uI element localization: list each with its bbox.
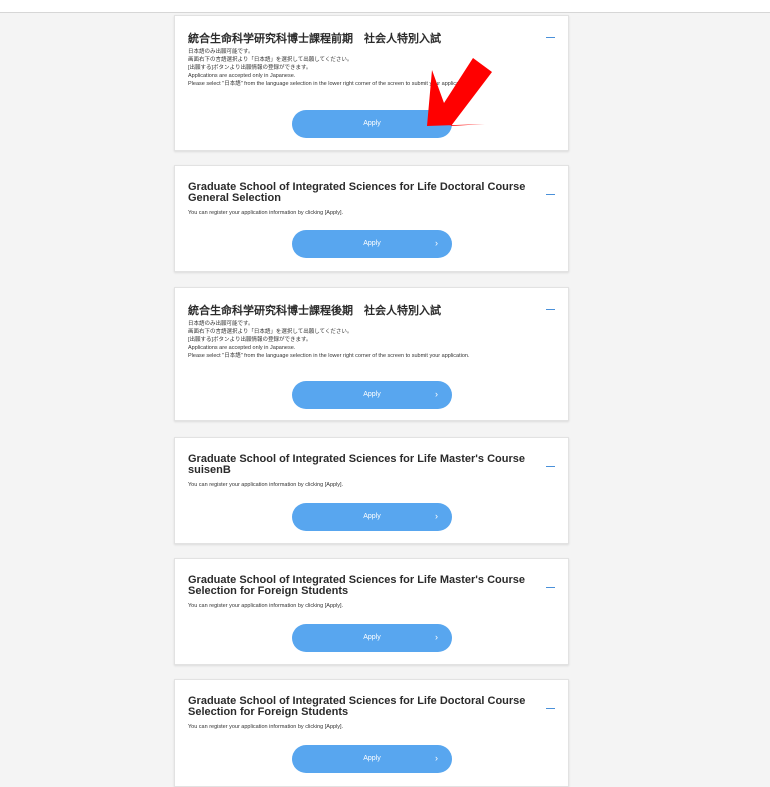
apply-button[interactable]: Apply ›	[292, 745, 452, 773]
selection-card: 統合生命科学研究科博士課程後期 社会人特別入試 日本語のみ出願可能です。 画面右…	[174, 287, 569, 421]
apply-button-label: Apply	[363, 391, 381, 398]
selection-card: 統合生命科学研究科博士課程前期 社会人特別入試 日本語のみ出願可能です。 画面右…	[174, 15, 569, 151]
card-title: Graduate School of Integrated Sciences f…	[188, 574, 525, 597]
collapse-icon[interactable]	[546, 194, 555, 195]
apply-button[interactable]: Apply ›	[292, 624, 452, 652]
selection-card: Graduate School of Integrated Sciences f…	[174, 679, 569, 787]
description-line: 画面右下の言語選択より「日本語」を選択して出願してください。	[188, 57, 353, 63]
chevron-right-icon: ›	[435, 238, 438, 248]
top-bar	[0, 0, 770, 13]
card-title: Graduate School of Integrated Sciences f…	[188, 695, 526, 718]
apply-button[interactable]: Apply ›	[292, 230, 452, 258]
chevron-right-icon: ›	[435, 511, 438, 521]
description-line: Applications are accepted only in Japane…	[188, 345, 296, 351]
collapse-icon[interactable]	[546, 37, 555, 38]
card-description: 日本語のみ出願可能です。 画面右下の言語選択より「日本語」を選択して出願してくだ…	[188, 48, 560, 88]
description-line: You can register your application inform…	[188, 210, 344, 216]
collapse-icon[interactable]	[546, 708, 555, 709]
card-title: 統合生命科学研究科博士課程前期 社会人特別入試	[188, 33, 441, 45]
description-line: Applications are accepted only in Japane…	[188, 73, 296, 79]
card-title: 統合生命科学研究科博士課程後期 社会人特別入試	[188, 305, 441, 317]
apply-button-label: Apply	[363, 240, 381, 247]
card-description: You can register your application inform…	[188, 481, 560, 489]
card-description: You can register your application inform…	[188, 723, 560, 731]
apply-button-label: Apply	[363, 120, 381, 127]
chevron-right-icon: ›	[435, 118, 438, 128]
description-line: You can register your application inform…	[188, 724, 344, 730]
apply-button-label: Apply	[363, 513, 381, 520]
apply-button-label: Apply	[363, 634, 381, 641]
card-title: Graduate School of Integrated Sciences f…	[188, 181, 526, 204]
selection-card: Graduate School of Integrated Sciences f…	[174, 437, 569, 544]
apply-button-label: Apply	[363, 755, 381, 762]
card-description: You can register your application inform…	[188, 602, 560, 610]
collapse-icon[interactable]	[546, 466, 555, 467]
apply-button[interactable]: Apply ›	[292, 110, 452, 138]
description-line: You can register your application inform…	[188, 482, 344, 488]
collapse-icon[interactable]	[546, 309, 555, 310]
chevron-right-icon: ›	[435, 389, 438, 399]
chevron-right-icon: ›	[435, 753, 438, 763]
description-line: 日本語のみ出願可能です。	[188, 321, 254, 327]
description-line: [出願する]ボタンより出願情報の登録ができます。	[188, 337, 312, 343]
description-line: Please select "日本語" from the language se…	[188, 81, 470, 87]
apply-button[interactable]: Apply ›	[292, 503, 452, 531]
chevron-right-icon: ›	[435, 632, 438, 642]
selection-card: Graduate School of Integrated Sciences f…	[174, 558, 569, 665]
card-title: Graduate School of Integrated Sciences f…	[188, 453, 525, 476]
card-description: 日本語のみ出願可能です。 画面右下の言語選択より「日本語」を選択して出願してくだ…	[188, 320, 560, 360]
description-line: You can register your application inform…	[188, 603, 344, 609]
description-line: 画面右下の言語選択より「日本語」を選択して出願してください。	[188, 329, 353, 335]
description-line: Please select "日本語" from the language se…	[188, 353, 470, 359]
description-line: 日本語のみ出願可能です。	[188, 49, 254, 55]
selection-card: Graduate School of Integrated Sciences f…	[174, 165, 569, 272]
collapse-icon[interactable]	[546, 587, 555, 588]
apply-button[interactable]: Apply ›	[292, 381, 452, 409]
card-description: You can register your application inform…	[188, 209, 560, 217]
description-line: [出願する]ボタンより出願情報の登録ができます。	[188, 65, 312, 71]
